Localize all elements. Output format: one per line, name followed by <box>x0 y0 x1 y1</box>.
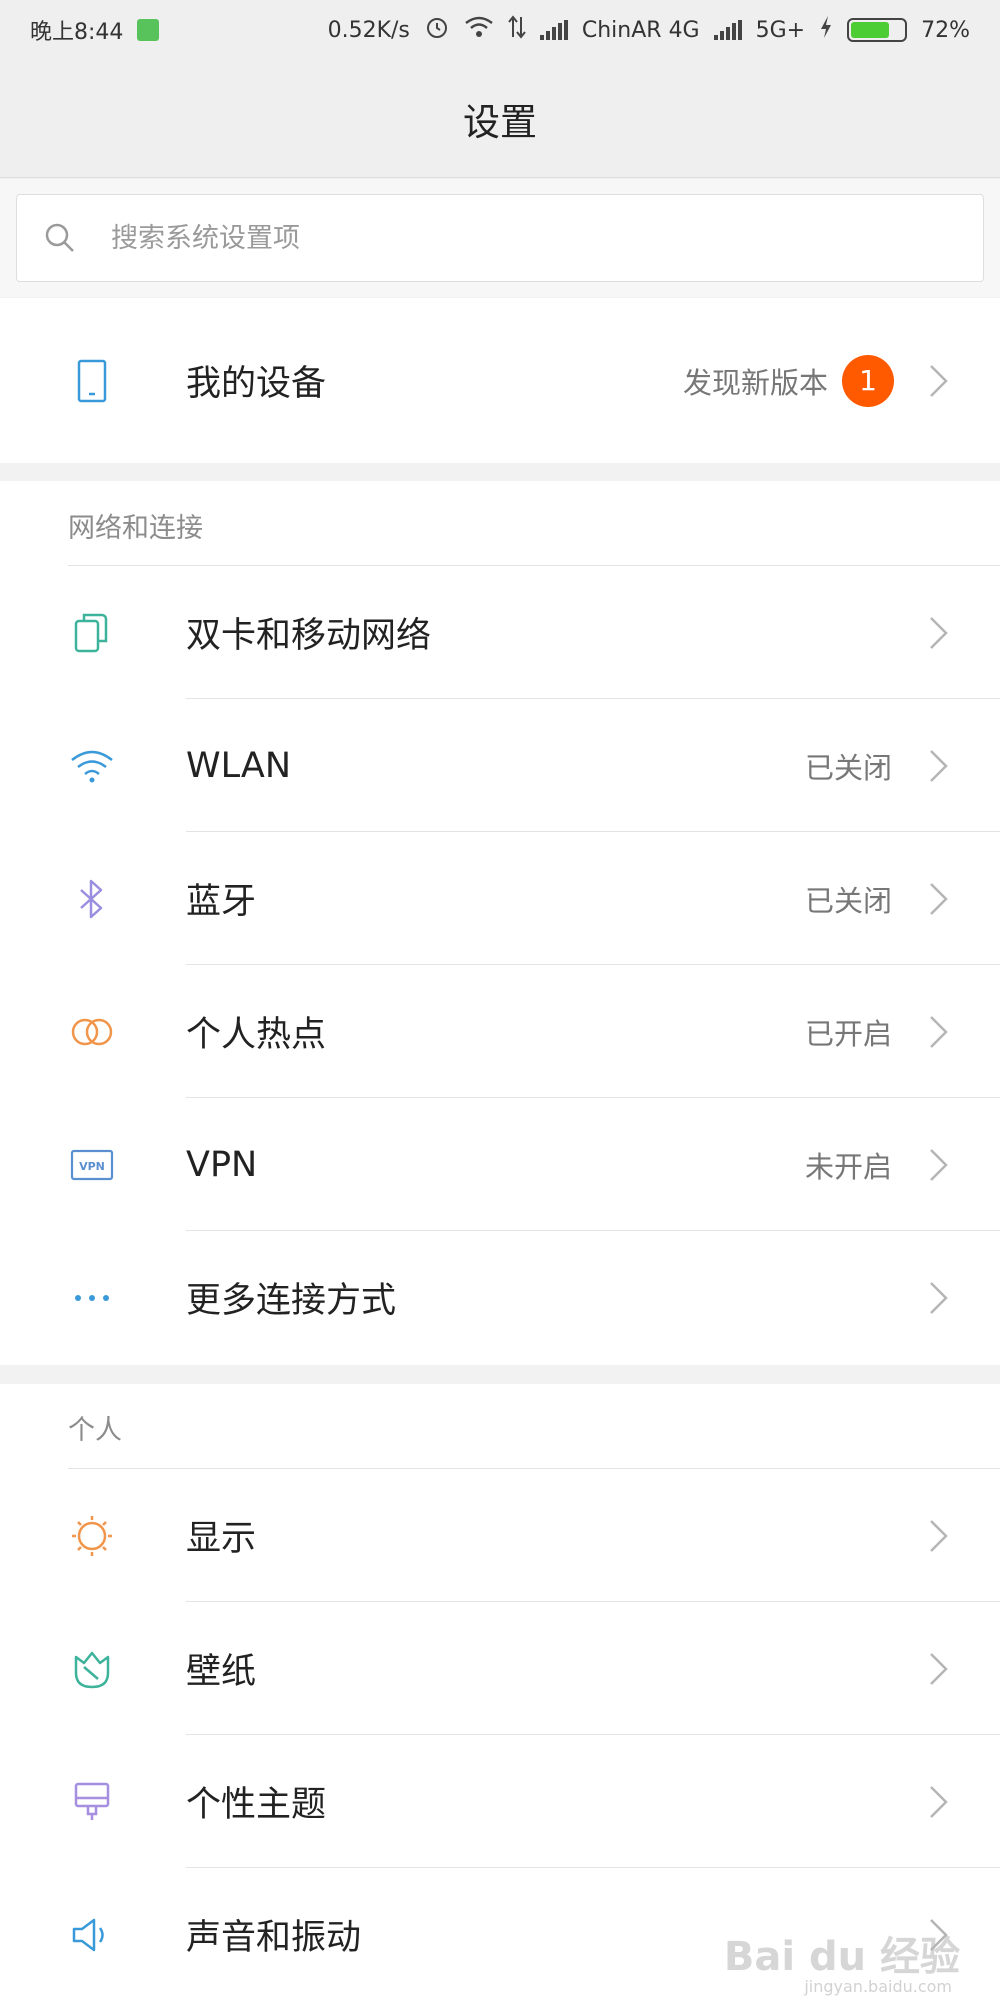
status-bar: 晚上8:44 0.52K/s ChinAR 4G 5G+ 72% <box>0 0 1000 60</box>
carrier-label: ChinAR 4G <box>581 17 700 43</box>
signal-icon-1 <box>539 20 568 40</box>
device-card: 我的设备 发现新版本 1 <box>0 298 1000 463</box>
chevron-right-icon <box>930 1015 948 1048</box>
row-label: 个性主题 <box>186 1785 327 1825</box>
row-display[interactable]: 显示 <box>0 1469 1000 1602</box>
network2-label: 5G+ <box>755 17 806 43</box>
sim-card-icon <box>66 607 118 659</box>
vpn-icon: VPN <box>66 1139 118 1191</box>
chevron-right-icon <box>930 1519 948 1552</box>
search-input[interactable] <box>111 222 911 254</box>
chevron-right-icon <box>930 882 948 915</box>
row-vpn[interactable]: VPN VPN 未开启 <box>0 1098 1000 1231</box>
title-bar: 设置 <box>0 60 1000 178</box>
my-device-row[interactable]: 我的设备 发现新版本 1 <box>0 314 1000 447</box>
row-label: 双卡和移动网络 <box>186 616 432 656</box>
my-device-label: 我的设备 <box>186 364 327 404</box>
battery-percent: 72% <box>921 17 970 43</box>
bluetooth-icon <box>66 873 118 925</box>
update-text: 发现新版本 <box>682 365 828 400</box>
section-header-network: 网络和连接 <box>68 513 203 544</box>
net-speed: 0.52K/s <box>327 17 410 43</box>
status-right: 0.52K/s ChinAR 4G 5G+ 72% <box>328 14 970 46</box>
data-transfer-icon <box>508 15 526 45</box>
row-value: 已关闭 <box>804 883 892 918</box>
status-time: 晚上8:44 <box>30 20 124 45</box>
chevron-right-icon <box>930 1148 948 1181</box>
update-badge: 1 <box>842 354 894 407</box>
row-label: 显示 <box>186 1519 257 1559</box>
chevron-right-icon <box>930 616 948 649</box>
chevron-right-icon <box>930 1281 948 1314</box>
row-more-connections[interactable]: 更多连接方式 <box>0 1231 1000 1364</box>
search-box[interactable] <box>16 194 984 282</box>
battery-icon <box>847 18 908 42</box>
phone-icon <box>66 355 118 407</box>
alarm-icon <box>424 14 450 46</box>
row-label: WLAN <box>186 745 292 786</box>
row-bluetooth[interactable]: 蓝牙 已关闭 <box>0 832 1000 965</box>
row-label: 个人热点 <box>186 1015 327 1055</box>
charging-icon <box>819 15 833 45</box>
sound-icon <box>66 1909 118 1961</box>
watermark: Bai du 经验 <box>723 1934 960 1980</box>
row-theme[interactable]: 个性主题 <box>0 1735 1000 1868</box>
wallpaper-icon <box>66 1643 118 1695</box>
app-notification-icon <box>137 19 160 41</box>
chevron-right-icon <box>930 1652 948 1685</box>
wifi-icon <box>66 740 118 792</box>
battery-fill <box>851 22 889 38</box>
row-dual-sim[interactable]: 双卡和移动网络 <box>0 566 1000 699</box>
row-value: 已开启 <box>804 1016 892 1051</box>
svg-text:VPN: VPN <box>79 1160 105 1173</box>
wifi-status-icon <box>464 15 494 45</box>
row-value: 未开启 <box>804 1149 892 1184</box>
search-area <box>0 179 1000 297</box>
more-icon <box>66 1272 118 1324</box>
chevron-right-icon <box>930 1785 948 1818</box>
row-wallpaper[interactable]: 壁纸 <box>0 1602 1000 1735</box>
row-value: 已关闭 <box>804 750 892 785</box>
network-section: 网络和连接 双卡和移动网络 WLAN 已关闭 蓝牙 已关闭 个人热点 已开启 V… <box>0 481 1000 1365</box>
row-wlan[interactable]: WLAN 已关闭 <box>0 699 1000 832</box>
search-icon <box>45 223 74 252</box>
watermark-sub: jingyan.baidu.com <box>804 1977 952 1996</box>
chevron-right-icon <box>930 364 948 397</box>
row-label: 更多连接方式 <box>186 1281 397 1321</box>
section-header-personal: 个人 <box>68 1415 122 1446</box>
theme-icon <box>66 1776 118 1828</box>
chevron-right-icon <box>930 749 948 782</box>
page-title: 设置 <box>463 100 537 144</box>
row-label: VPN <box>186 1144 258 1185</box>
hotspot-icon <box>66 1006 118 1058</box>
row-hotspot[interactable]: 个人热点 已开启 <box>0 965 1000 1098</box>
brightness-icon <box>66 1510 118 1562</box>
row-label: 壁纸 <box>186 1652 257 1692</box>
row-label: 蓝牙 <box>186 882 257 922</box>
personal-section: 个人 显示 壁纸 个性主题 声音和振动 <box>0 1384 1000 2000</box>
signal-icon-2 <box>713 20 742 40</box>
row-label: 声音和振动 <box>186 1918 362 1958</box>
